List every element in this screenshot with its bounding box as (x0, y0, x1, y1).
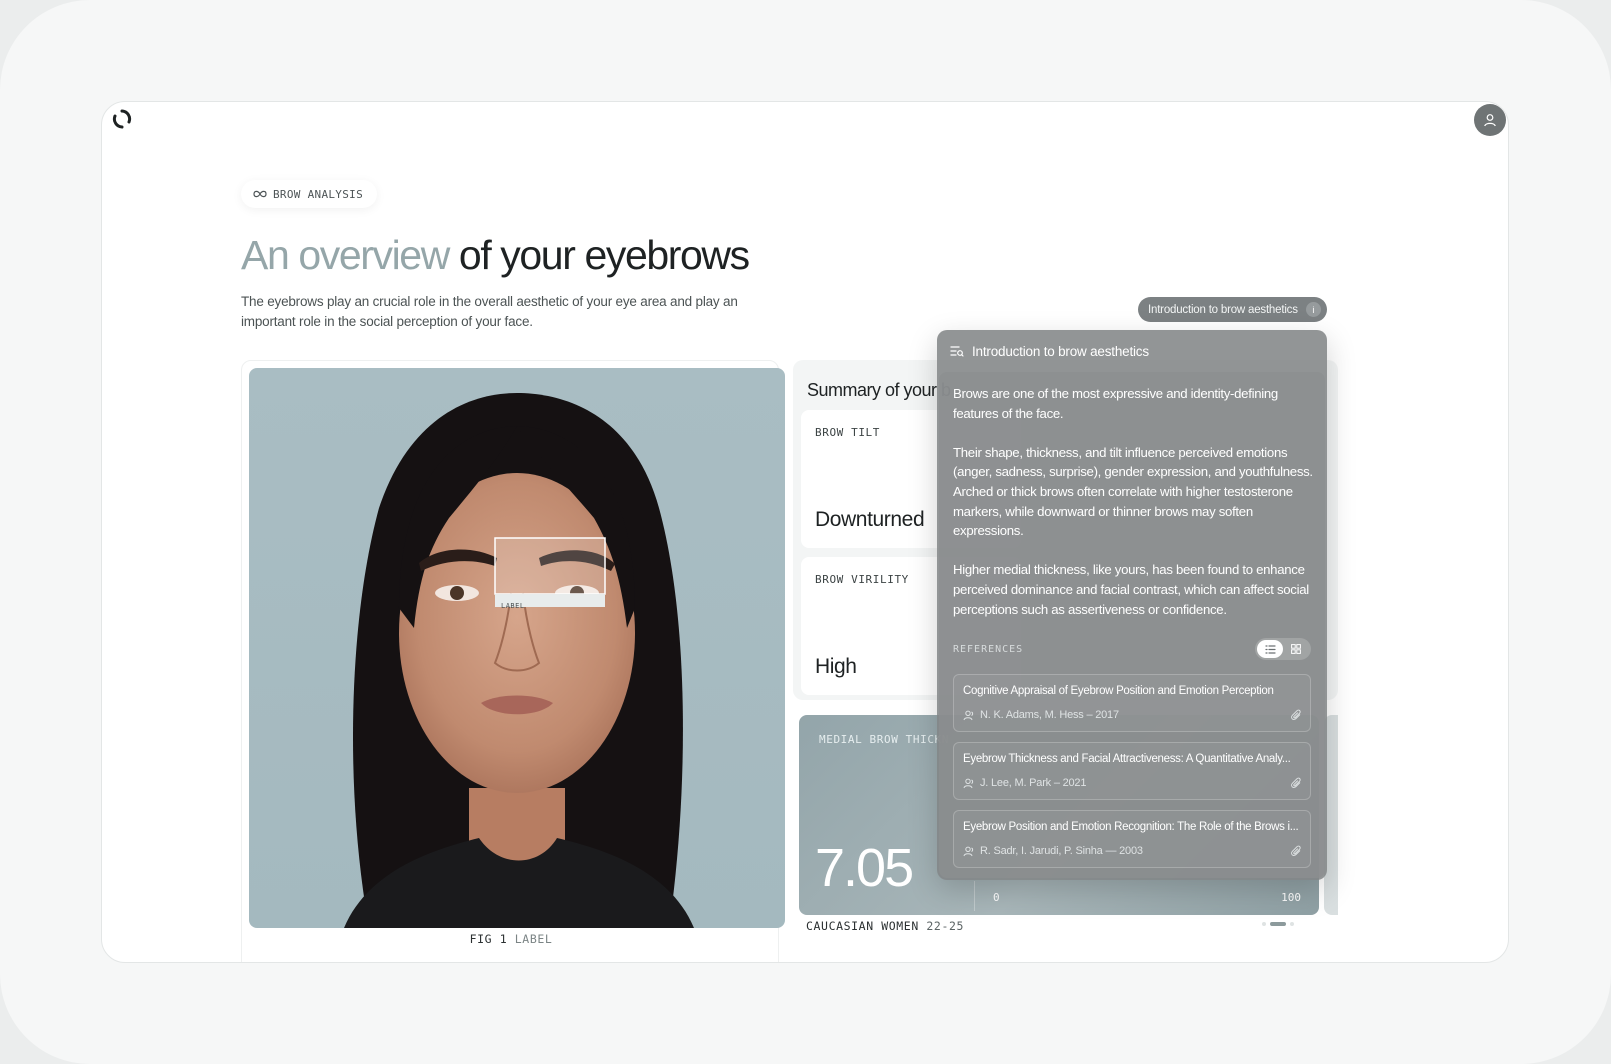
metric-value: Downturned (815, 508, 925, 531)
reference-authors: J. Lee, M. Park – 2021 (980, 777, 1087, 789)
view-toggle[interactable] (1255, 638, 1311, 660)
page-title: An overview of your eyebrows (241, 232, 750, 279)
popover-body: Brows are one of the most expressive and… (939, 372, 1325, 878)
scale-divider (974, 881, 975, 911)
reference-title: Cognitive Appraisal of Eyebrow Position … (963, 685, 1274, 697)
thickness-label: MEDIAL BROW THICKN (819, 733, 950, 746)
scale-max: 100 (1281, 891, 1301, 904)
metric-label: BROW VIRILITY (815, 573, 909, 586)
face-photo: LABEL (249, 368, 785, 928)
paperclip-icon[interactable] (1291, 777, 1302, 789)
title-accent: An overview (241, 232, 450, 278)
badge-label: BROW ANALYSIS (273, 187, 363, 201)
info-icon: i (1305, 302, 1321, 317)
paperclip-icon[interactable] (1291, 709, 1302, 721)
summary-title: Summary of your b (807, 380, 951, 400)
reference-authors: R. Sadr, I. Jarudi, P. Sinha — 2003 (980, 845, 1143, 857)
grid-view-button[interactable] (1283, 640, 1309, 658)
metric-value: High (815, 655, 857, 678)
grid-icon (1291, 644, 1301, 654)
pager-dot[interactable] (1262, 922, 1266, 926)
popover-text: Brows are one of the most expressive and… (953, 384, 1315, 639)
reference-authors-row: J. Lee, M. Park – 2021 (963, 777, 1086, 789)
app-window: BROW ANALYSIS An overview of your eyebro… (101, 101, 1509, 963)
highlight-box-label: LABEL (501, 602, 525, 610)
figure-label: LABEL (514, 932, 553, 946)
paperclip-icon[interactable] (1291, 845, 1302, 857)
infinity-icon (253, 190, 267, 198)
authors-icon (963, 710, 974, 720)
list-search-icon (950, 346, 964, 357)
user-avatar-button[interactable] (1474, 104, 1506, 136)
intro-info-chip[interactable]: Introduction to brow aesthetics i (1138, 297, 1327, 322)
intro-popover: Introduction to brow aesthetics Brows ar… (937, 330, 1327, 880)
reference-title: Eyebrow Thickness and Facial Attractiven… (963, 753, 1291, 765)
list-icon (1264, 644, 1276, 654)
face-illustration (344, 393, 694, 928)
logo-icon[interactable] (112, 109, 132, 129)
popover-title: Introduction to brow aesthetics (972, 343, 1149, 359)
thickness-value: 7.05 (815, 838, 914, 898)
figure-caption: FIG 1 LABEL (242, 932, 780, 946)
reference-authors-row: R. Sadr, I. Jarudi, P. Sinha — 2003 (963, 845, 1143, 857)
references-label: REFERENCES (953, 644, 1024, 655)
popover-header: Introduction to brow aesthetics (937, 330, 1327, 372)
population-main: CAUCASIAN WOMEN (806, 919, 919, 933)
reference-item[interactable]: Eyebrow Position and Emotion Recognition… (953, 810, 1311, 868)
reference-authors: N. K. Adams, M. Hess – 2017 (980, 709, 1119, 721)
reference-title: Eyebrow Position and Emotion Recognition… (963, 821, 1299, 833)
brow-analysis-badge: BROW ANALYSIS (241, 180, 377, 208)
scale-min: 0 (993, 891, 1000, 904)
paragraph: Brows are one of the most expressive and… (953, 386, 1278, 421)
chip-label: Introduction to brow aesthetics (1148, 303, 1298, 316)
face-photo-card: LABEL FIG 1 LABEL (241, 360, 785, 962)
list-view-button[interactable] (1257, 640, 1283, 658)
authors-icon (963, 778, 974, 788)
reference-item[interactable]: Eyebrow Thickness and Facial Attractiven… (953, 742, 1311, 800)
population-caption: CAUCASIAN WOMEN 22-25 (806, 919, 964, 933)
user-icon (1484, 114, 1496, 127)
figure-number: FIG 1 (469, 932, 508, 946)
page-subtitle: The eyebrows play an crucial role in the… (241, 294, 738, 329)
population-range: 22-25 (926, 919, 965, 933)
paragraph: Higher medial thickness, like yours, has… (953, 562, 1309, 617)
title-rest: of your eyebrows (448, 232, 750, 278)
pager-dot[interactable] (1290, 922, 1294, 926)
reference-authors-row: N. K. Adams, M. Hess – 2017 (963, 709, 1119, 721)
authors-icon (963, 846, 974, 856)
pager-dot-active[interactable] (1270, 922, 1286, 926)
reference-item[interactable]: Cognitive Appraisal of Eyebrow Position … (953, 674, 1311, 732)
metric-label: BROW TILT (815, 426, 881, 439)
carousel-pager[interactable] (1262, 922, 1294, 926)
paragraph: Their shape, thickness, and tilt influen… (953, 444, 1313, 539)
